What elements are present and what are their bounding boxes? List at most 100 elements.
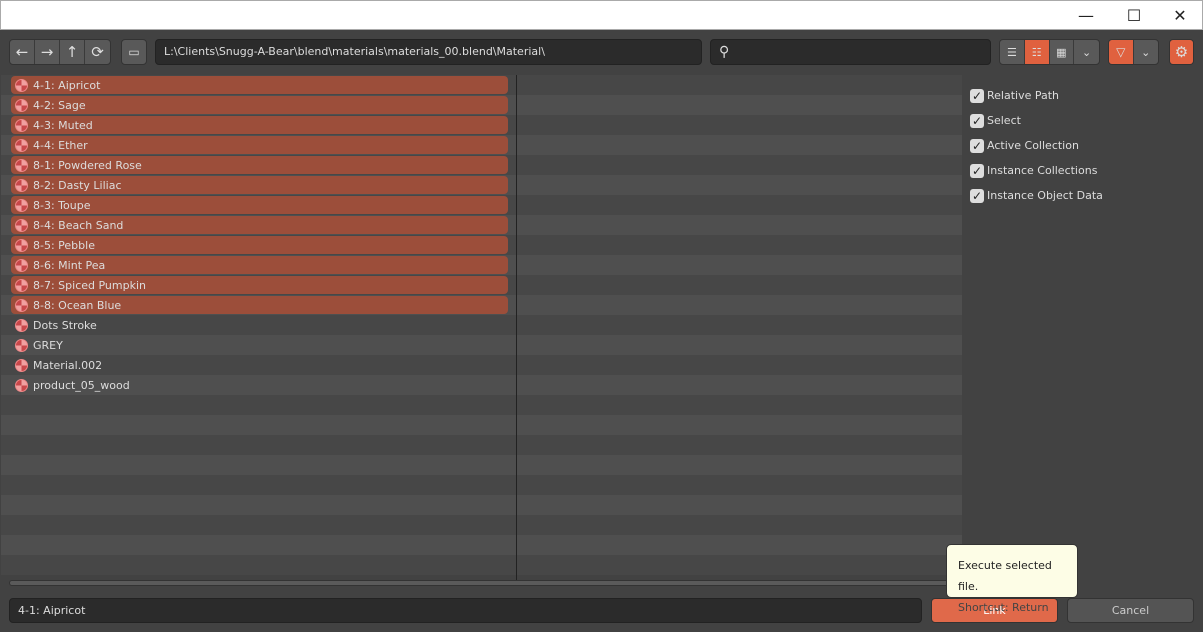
material-icon — [15, 78, 28, 92]
material-icon — [15, 218, 28, 232]
item-label: 8-7: Spiced Pumpkin — [33, 278, 146, 292]
filename-field[interactable]: 4-1: Aipricot — [9, 598, 922, 623]
tooltip-description: Execute selected file. — [958, 559, 1052, 593]
display-mode-group: ☰ ☷ ▦ ⌄ — [999, 39, 1100, 65]
material-icon — [15, 198, 28, 212]
list-item[interactable]: 8-7: Spiced Pumpkin — [11, 276, 508, 294]
forward-arrow-icon[interactable]: → — [35, 40, 60, 64]
horizontal-list-icon[interactable]: ☷ — [1024, 40, 1050, 64]
material-icon — [15, 138, 28, 152]
thumbnails-icon[interactable]: ▦ — [1050, 40, 1075, 64]
list-item[interactable]: 4-3: Muted — [11, 116, 508, 134]
list-row — [1, 515, 962, 535]
checkbox-icon[interactable]: ✓ — [970, 113, 984, 128]
item-label: 4-2: Sage — [33, 98, 86, 112]
file-list: 4-1: Aipricot 4-2: Sage 4-3: Muted 4-4: Eth… — [1, 75, 962, 575]
material-icon — [15, 298, 28, 312]
list-row — [1, 395, 962, 415]
item-label: 4-1: Aipricot — [33, 78, 101, 92]
list-row: product_05_wood — [1, 375, 962, 395]
list-item[interactable]: product_05_wood — [11, 376, 508, 394]
list-row: Material.002 — [1, 355, 962, 375]
item-label: 8-3: Toupe — [33, 198, 91, 212]
checkbox-icon[interactable]: ✓ — [970, 163, 984, 178]
list-item[interactable]: 8-4: Beach Sand — [11, 216, 508, 234]
gear-icon: ⚙ — [1170, 40, 1193, 64]
list-item[interactable]: GREY — [11, 336, 508, 354]
material-icon — [15, 98, 28, 112]
item-label: 4-3: Muted — [33, 118, 93, 132]
list-row: 4-2: Sage — [1, 95, 962, 115]
minimize-button[interactable]: — — [1063, 1, 1109, 31]
list-row: Dots Stroke — [1, 315, 962, 335]
list-item[interactable]: 8-2: Dasty Liliac — [11, 176, 508, 194]
item-label: Material.002 — [33, 358, 103, 372]
item-label: Dots Stroke — [33, 318, 97, 332]
list-item[interactable]: 8-5: Pebble — [11, 236, 508, 254]
material-icon — [15, 118, 28, 132]
list-item[interactable]: 8-1: Powdered Rose — [11, 156, 508, 174]
list-row — [1, 495, 962, 515]
list-row: 4-4: Ether — [1, 135, 962, 155]
material-icon — [15, 358, 28, 372]
list-item[interactable]: 8-3: Toupe — [11, 196, 508, 214]
list-row: 8-2: Dasty Liliac — [1, 175, 962, 195]
option-checkbox[interactable]: ✓ Relative Path — [970, 83, 1103, 108]
material-icon — [15, 318, 28, 332]
path-field[interactable]: L:\Clients\Snugg-A-Bear\blend\materials\… — [155, 39, 702, 65]
new-folder-button[interactable]: ▭ — [121, 39, 147, 65]
maximize-button[interactable]: ☐ — [1111, 1, 1157, 31]
list-row: 8-8: Ocean Blue — [1, 295, 962, 315]
option-checkbox[interactable]: ✓ Select — [970, 108, 1103, 133]
list-row — [1, 535, 962, 555]
option-label: Active Collection — [987, 139, 1079, 152]
chevron-down-icon[interactable]: ⌄ — [1134, 40, 1158, 64]
item-label: 4-4: Ether — [33, 138, 88, 152]
parent-directory-icon[interactable]: ↑ — [60, 40, 85, 64]
item-label: GREY — [33, 338, 63, 352]
list-row: 8-4: Beach Sand — [1, 215, 962, 235]
list-row — [1, 475, 962, 495]
item-label: 8-1: Powdered Rose — [33, 158, 142, 172]
item-label: 8-6: Mint Pea — [33, 258, 106, 272]
column-divider — [516, 75, 517, 580]
checkbox-icon[interactable]: ✓ — [970, 188, 984, 203]
material-icon — [15, 378, 28, 392]
search-input[interactable]: ⚲ — [710, 39, 991, 65]
list-row: 8-3: Toupe — [1, 195, 962, 215]
title-bar: — ☐ ✕ — [0, 0, 1203, 30]
filter-icon[interactable]: ▽ — [1109, 40, 1134, 64]
material-icon — [15, 338, 28, 352]
item-label: 8-8: Ocean Blue — [33, 298, 122, 312]
list-row: 8-5: Pebble — [1, 235, 962, 255]
list-item[interactable]: 4-2: Sage — [11, 96, 508, 114]
list-item[interactable]: 4-1: Aipricot — [11, 76, 508, 94]
list-row: 8-6: Mint Pea — [1, 255, 962, 275]
list-item[interactable]: Material.002 — [11, 356, 508, 374]
checkbox-icon[interactable]: ✓ — [970, 138, 984, 153]
option-checkbox[interactable]: ✓ Active Collection — [970, 133, 1103, 158]
option-checkbox[interactable]: ✓ Instance Collections — [970, 158, 1103, 183]
checkbox-icon[interactable]: ✓ — [970, 88, 984, 103]
back-arrow-icon[interactable]: ← — [10, 40, 35, 64]
option-checkbox[interactable]: ✓ Instance Object Data — [970, 183, 1103, 208]
list-row: 8-7: Spiced Pumpkin — [1, 275, 962, 295]
option-label: Select — [987, 114, 1021, 127]
cancel-button[interactable]: Cancel — [1067, 598, 1194, 623]
list-item[interactable]: 4-4: Ether — [11, 136, 508, 154]
option-label: Relative Path — [987, 89, 1060, 102]
list-row — [1, 455, 962, 475]
close-button[interactable]: ✕ — [1157, 1, 1203, 31]
settings-button[interactable]: ⚙ — [1169, 39, 1194, 65]
nav-buttons: ← → ↑ ⟳ — [9, 39, 111, 65]
list-item[interactable]: 8-8: Ocean Blue — [11, 296, 508, 314]
filter-group: ▽ ⌄ — [1108, 39, 1159, 65]
item-label: product_05_wood — [33, 378, 130, 392]
list-item[interactable]: Dots Stroke — [11, 316, 508, 334]
vertical-list-icon[interactable]: ☰ — [1000, 40, 1025, 64]
list-item[interactable]: 8-6: Mint Pea — [11, 256, 508, 274]
refresh-icon[interactable]: ⟳ — [85, 40, 110, 64]
chevron-down-icon[interactable]: ⌄ — [1074, 40, 1099, 64]
horizontal-scrollbar[interactable] — [9, 580, 962, 586]
material-icon — [15, 178, 28, 192]
